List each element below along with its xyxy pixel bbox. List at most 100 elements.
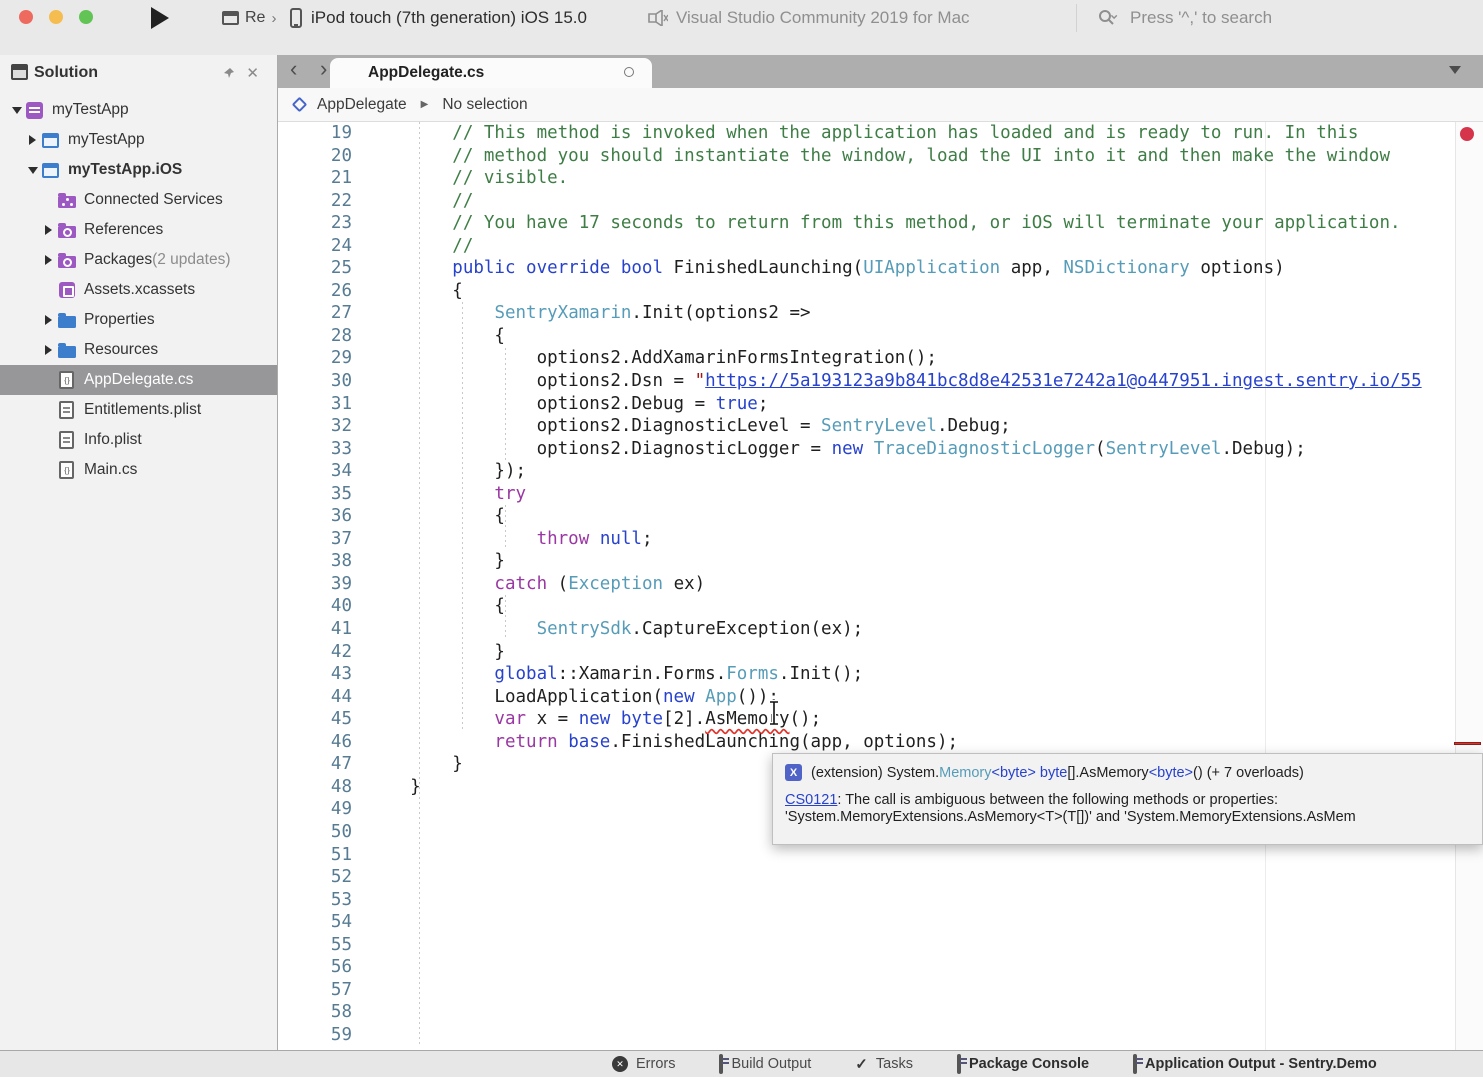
- code-line-33[interactable]: 33 options2.DiagnosticLogger = new Trace…: [278, 438, 1483, 461]
- minimize-window-button[interactable]: [49, 10, 63, 24]
- code-line-19[interactable]: 19 // This method is invoked when the ap…: [278, 122, 1483, 145]
- code-line-46[interactable]: 46 return base.FinishedLaunching(app, op…: [278, 731, 1483, 754]
- plist-icon: [57, 431, 76, 450]
- item-label: Assets.xcassets: [84, 281, 195, 299]
- sidebar-item-info-plist[interactable]: Info.plist: [0, 425, 277, 455]
- code-line-24[interactable]: 24 //: [278, 235, 1483, 258]
- sidebar-item-mytestapp-ios[interactable]: myTestApp.iOS: [0, 155, 277, 185]
- code-line-29[interactable]: 29 options2.AddXamarinFormsIntegration()…: [278, 347, 1483, 370]
- code-line-27[interactable]: 27 SentryXamarin.Init(options2 =>: [278, 302, 1483, 325]
- sidebar-item-main-cs[interactable]: Main.cs: [0, 455, 277, 485]
- navigate-forward-icon[interactable]: ›: [320, 56, 327, 82]
- sidebar-item-appdelegate-cs[interactable]: AppDelegate.cs: [0, 365, 277, 395]
- solution-pad-header: Solution ✕: [0, 55, 277, 95]
- sidebar-item-mytestapp[interactable]: myTestApp: [0, 125, 277, 155]
- code-line-43[interactable]: 43 global::Xamarin.Forms.Forms.Init();: [278, 663, 1483, 686]
- line-text: [352, 798, 368, 821]
- line-number: 25: [278, 257, 352, 280]
- disclosure-right-icon[interactable]: [40, 255, 57, 265]
- code-line-31[interactable]: 31 options2.Debug = true;: [278, 393, 1483, 416]
- code-line-32[interactable]: 32 options2.DiagnosticLevel = SentryLeve…: [278, 415, 1483, 438]
- line-number: 23: [278, 212, 352, 235]
- disclosure-down-icon[interactable]: [8, 107, 25, 114]
- breadcrumb-selection[interactable]: No selection: [442, 96, 527, 114]
- zoom-window-button[interactable]: [79, 10, 93, 24]
- unsaved-changes-icon: [624, 67, 634, 77]
- line-text: // visible.: [352, 167, 568, 190]
- line-number: 55: [278, 934, 352, 957]
- disclosure-right-icon[interactable]: [40, 315, 57, 325]
- code-line-55[interactable]: 55: [278, 934, 1483, 957]
- breadcrumb-arrow-icon: ▶: [421, 99, 429, 110]
- disclosure-right-icon[interactable]: [40, 345, 57, 355]
- close-window-button[interactable]: [19, 10, 33, 24]
- code-line-21[interactable]: 21 // visible.: [278, 167, 1483, 190]
- code-line-30[interactable]: 30 options2.Dsn = "https://5a193123a9b84…: [278, 370, 1483, 393]
- code-line-56[interactable]: 56: [278, 956, 1483, 979]
- close-panel-icon[interactable]: ✕: [246, 64, 259, 82]
- item-label: Resources: [84, 341, 158, 359]
- code-line-26[interactable]: 26 {: [278, 280, 1483, 303]
- device-selector[interactable]: iPod touch (7th generation) iOS 15.0: [290, 5, 587, 31]
- pin-icon[interactable]: [223, 67, 235, 79]
- code-line-28[interactable]: 28 {: [278, 325, 1483, 348]
- sidebar-item-assets-xcassets[interactable]: Assets.xcassets: [0, 275, 277, 305]
- sidebar-item-entitlements-plist[interactable]: Entitlements.plist: [0, 395, 277, 425]
- code-line-57[interactable]: 57: [278, 979, 1483, 1002]
- bottom-tab-application-output[interactable]: Application Output - Sentry.Demo: [1133, 1056, 1377, 1072]
- code-line-59[interactable]: 59: [278, 1024, 1483, 1047]
- sidebar-item-resources[interactable]: Resources: [0, 335, 277, 365]
- code-line-38[interactable]: 38 }: [278, 550, 1483, 573]
- bottom-tab-tasks[interactable]: ✓Tasks: [855, 1055, 913, 1073]
- code-line-58[interactable]: 58: [278, 1001, 1483, 1024]
- sidebar-item-packages[interactable]: Packages (2 updates): [0, 245, 277, 275]
- configuration-selector[interactable]: Re ›: [222, 7, 276, 29]
- search-input[interactable]: Press '^,' to search: [1098, 5, 1272, 31]
- code-line-36[interactable]: 36 {: [278, 505, 1483, 528]
- code-line-34[interactable]: 34 });: [278, 460, 1483, 483]
- disclosure-right-icon[interactable]: [40, 225, 57, 235]
- code-line-40[interactable]: 40 {: [278, 595, 1483, 618]
- code-line-42[interactable]: 42 }: [278, 641, 1483, 664]
- code-line-25[interactable]: 25 public override bool FinishedLaunchin…: [278, 257, 1483, 280]
- code-line-41[interactable]: 41 SentrySdk.CaptureException(ex);: [278, 618, 1483, 641]
- sidebar-item-mytestapp[interactable]: myTestApp: [0, 95, 277, 125]
- item-label: myTestApp: [68, 131, 145, 149]
- navigate-back-icon[interactable]: ‹: [290, 56, 297, 82]
- bottom-tab-package-console[interactable]: Package Console: [957, 1056, 1089, 1072]
- code-line-51[interactable]: 51: [278, 844, 1483, 867]
- line-number: 35: [278, 483, 352, 506]
- line-text: {: [352, 280, 463, 303]
- breadcrumb-root[interactable]: AppDelegate: [317, 96, 407, 114]
- code-line-52[interactable]: 52: [278, 866, 1483, 889]
- disclosure-down-icon[interactable]: [24, 167, 41, 174]
- code-editor[interactable]: 19 // This method is invoked when the ap…: [278, 122, 1483, 1050]
- tab-appdelegate[interactable]: AppDelegate.cs: [330, 58, 652, 88]
- code-line-39[interactable]: 39 catch (Exception ex): [278, 573, 1483, 596]
- code-line-20[interactable]: 20 // method you should instantiate the …: [278, 145, 1483, 168]
- bottom-tab-errors[interactable]: ✕Errors: [612, 1056, 675, 1072]
- editor-scrollbar[interactable]: [1455, 122, 1483, 1050]
- code-line-45[interactable]: 45 var x = new byte[2].AsMemory();: [278, 708, 1483, 731]
- code-line-44[interactable]: 44 LoadApplication(new App());: [278, 686, 1483, 709]
- code-line-54[interactable]: 54: [278, 911, 1483, 934]
- line-number: 56: [278, 956, 352, 979]
- line-text: [352, 956, 368, 979]
- text-cursor-icon: [766, 700, 782, 726]
- code-line-37[interactable]: 37 throw null;: [278, 528, 1483, 551]
- code-line-35[interactable]: 35 try: [278, 483, 1483, 506]
- sidebar-item-connected-services[interactable]: Connected Services: [0, 185, 277, 215]
- code-line-22[interactable]: 22 //: [278, 190, 1483, 213]
- code-line-23[interactable]: 23 // You have 17 seconds to return from…: [278, 212, 1483, 235]
- error-code-link[interactable]: CS0121: [785, 792, 837, 808]
- sidebar-item-references[interactable]: References: [0, 215, 277, 245]
- line-text: options2.Debug = true;: [352, 393, 768, 416]
- run-button[interactable]: [148, 6, 174, 30]
- code-line-53[interactable]: 53: [278, 889, 1483, 912]
- tab-list-dropdown-icon[interactable]: [1449, 66, 1461, 74]
- bottom-tab-label: Tasks: [876, 1056, 913, 1072]
- sidebar-item-properties[interactable]: Properties: [0, 305, 277, 335]
- bottom-tab-build-output[interactable]: Build Output: [719, 1056, 811, 1072]
- disclosure-right-icon[interactable]: [24, 135, 41, 145]
- line-number: 27: [278, 302, 352, 325]
